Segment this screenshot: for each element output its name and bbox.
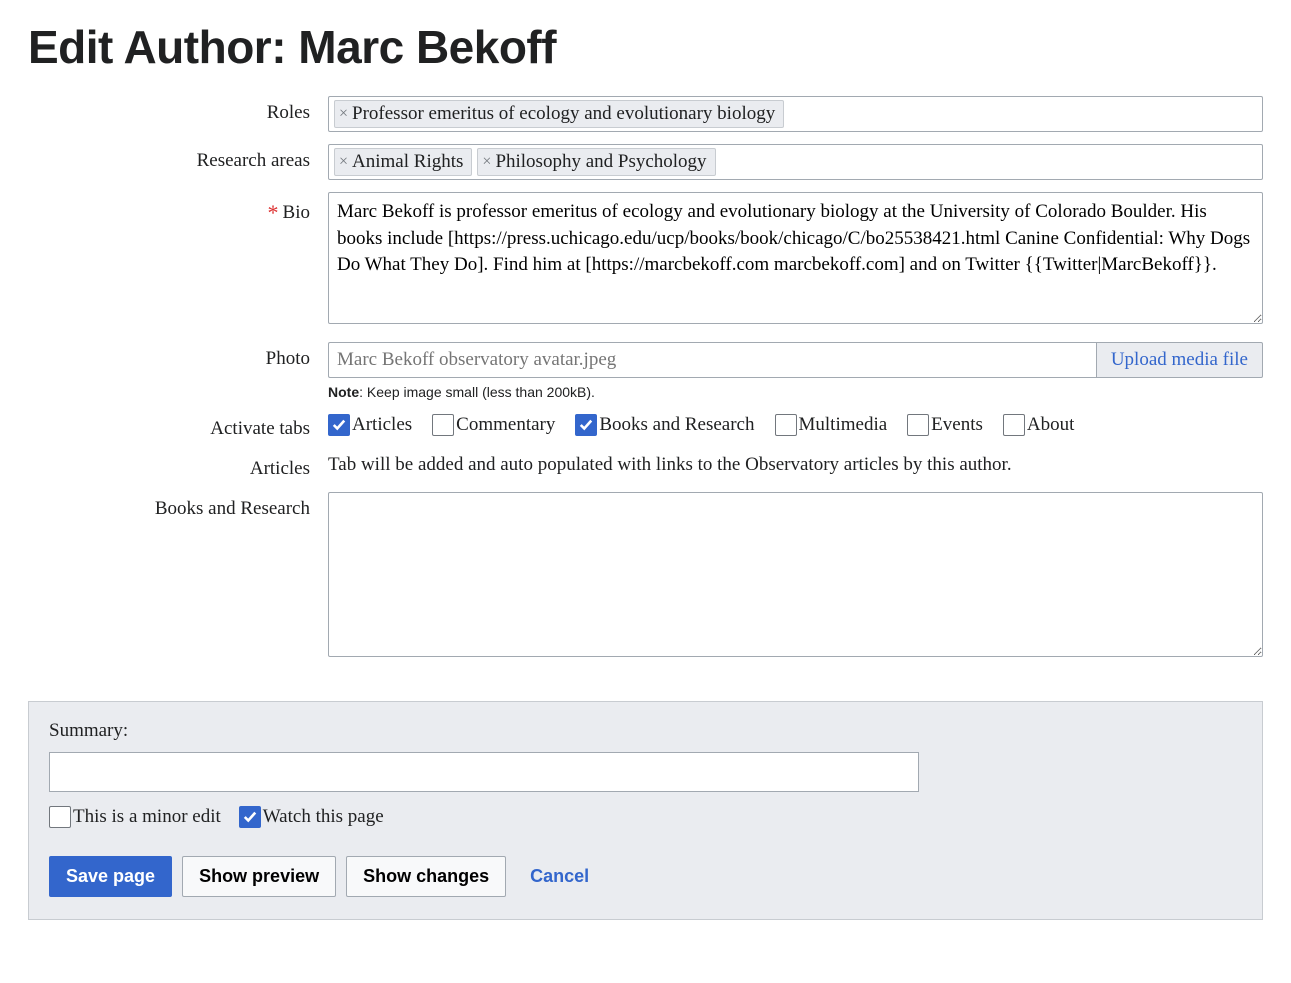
upload-media-button[interactable]: Upload media file	[1096, 342, 1263, 378]
label-photo: Photo	[28, 342, 328, 370]
checkbox-articles-label: Articles	[352, 414, 412, 436]
cancel-link[interactable]: Cancel	[530, 866, 589, 887]
row-roles: Roles × Professor emeritus of ecology an…	[28, 96, 1263, 132]
label-roles: Roles	[28, 96, 328, 124]
tag-label: Professor emeritus of ecology and evolut…	[352, 103, 775, 125]
checkbox-articles[interactable]	[328, 414, 350, 436]
row-bio: *Bio	[28, 192, 1263, 330]
checkbox-books[interactable]	[575, 414, 597, 436]
checkbox-watch-page-label: Watch this page	[263, 806, 384, 828]
tag-research-0: × Animal Rights	[334, 148, 472, 176]
close-icon[interactable]: ×	[482, 154, 491, 170]
label-activate-tabs: Activate tabs	[28, 412, 328, 440]
close-icon[interactable]: ×	[339, 154, 348, 170]
label-books-research: Books and Research	[28, 492, 328, 520]
summary-label: Summary:	[49, 720, 1242, 742]
show-changes-button[interactable]: Show changes	[346, 856, 506, 897]
checkbox-commentary[interactable]	[432, 414, 454, 436]
research-areas-input[interactable]: × Animal Rights × Philosophy and Psychol…	[328, 144, 1263, 180]
tag-label: Animal Rights	[352, 151, 463, 173]
checkbox-books-label: Books and Research	[599, 414, 754, 436]
bio-textarea[interactable]	[328, 192, 1263, 324]
checkbox-multimedia[interactable]	[775, 414, 797, 436]
summary-panel: Summary: This is a minor edit Watch this…	[28, 701, 1263, 920]
checkbox-commentary-label: Commentary	[456, 414, 555, 436]
show-preview-button[interactable]: Show preview	[182, 856, 336, 897]
articles-note: Tab will be added and auto populated wit…	[328, 452, 1263, 476]
label-articles: Articles	[28, 452, 328, 480]
required-asterisk-icon: *	[268, 200, 279, 225]
checkbox-about-label: About	[1027, 414, 1075, 436]
page-title: Edit Author: Marc Bekoff	[28, 20, 1263, 74]
checkbox-minor-edit[interactable]	[49, 806, 71, 828]
row-activate-tabs: Activate tabs Articles Commentary Books …	[28, 412, 1263, 440]
checkbox-about[interactable]	[1003, 414, 1025, 436]
photo-note: Note: Keep image small (less than 200kB)…	[328, 384, 1263, 400]
label-research-areas: Research areas	[28, 144, 328, 172]
checkbox-multimedia-label: Multimedia	[799, 414, 888, 436]
tag-label: Philosophy and Psychology	[495, 151, 706, 173]
summary-input[interactable]	[49, 752, 919, 792]
save-button[interactable]: Save page	[49, 856, 172, 897]
checkbox-minor-edit-label: This is a minor edit	[73, 806, 221, 828]
close-icon[interactable]: ×	[339, 106, 348, 122]
tag-role-0: × Professor emeritus of ecology and evol…	[334, 100, 784, 128]
checkbox-watch-page[interactable]	[239, 806, 261, 828]
label-bio: *Bio	[28, 192, 328, 224]
row-books-research: Books and Research	[28, 492, 1263, 663]
photo-input[interactable]	[328, 342, 1096, 378]
row-research-areas: Research areas × Animal Rights × Philoso…	[28, 144, 1263, 180]
tag-research-1: × Philosophy and Psychology	[477, 148, 715, 176]
checkbox-events-label: Events	[931, 414, 983, 436]
row-photo: Photo Upload media file Note: Keep image…	[28, 342, 1263, 400]
checkbox-events[interactable]	[907, 414, 929, 436]
row-articles: Articles Tab will be added and auto popu…	[28, 452, 1263, 480]
roles-input[interactable]: × Professor emeritus of ecology and evol…	[328, 96, 1263, 132]
books-research-textarea[interactable]	[328, 492, 1263, 657]
